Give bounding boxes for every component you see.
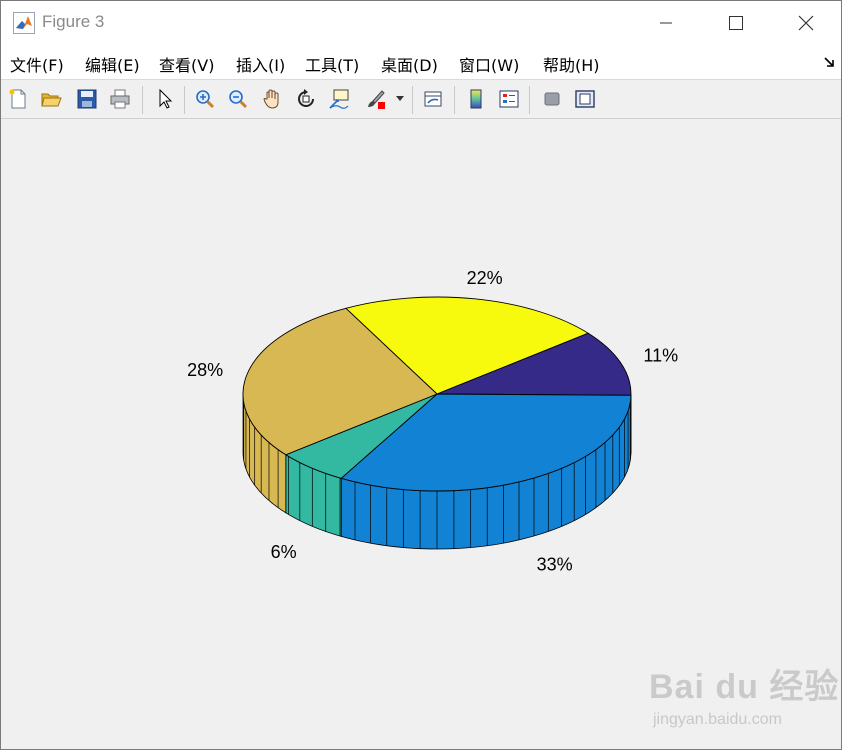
close-button[interactable]: [777, 1, 835, 45]
brush-icon: [368, 90, 385, 109]
minimize-button[interactable]: [637, 1, 695, 45]
close-icon: [798, 15, 814, 31]
link-plot-button[interactable]: [420, 86, 446, 112]
menu-window[interactable]: 窗口(W): [459, 52, 519, 76]
insert-legend-button[interactable]: [496, 86, 522, 112]
pie-label-1: 11%: [643, 345, 678, 365]
figure-canvas[interactable]: 22% 11% 33% 6% 28%: [1, 119, 841, 749]
maximize-icon: [729, 16, 743, 30]
hand-icon: [263, 89, 279, 109]
printer-icon: [110, 89, 130, 109]
brush-dropdown[interactable]: [393, 86, 407, 112]
toolbar-separator: [142, 86, 143, 114]
legend-icon: [499, 90, 519, 108]
link-plot-icon: [424, 91, 442, 107]
toolbar-separator: [184, 86, 185, 114]
menu-bar: 文件(F) 编辑(E) 查看(V) 插入(I) 工具(T) 桌面(D) 窗口(W…: [1, 45, 841, 80]
menu-desktop[interactable]: 桌面(D): [381, 52, 438, 76]
hide-plot-tools-button[interactable]: [539, 86, 565, 112]
window-title: Figure 3: [42, 12, 105, 31]
save-button[interactable]: [74, 86, 100, 112]
print-button[interactable]: [107, 86, 133, 112]
zoom-out-button[interactable]: [225, 86, 251, 112]
menu-file[interactable]: 文件(F): [10, 52, 64, 76]
chevron-down-icon: [396, 96, 404, 101]
insert-colorbar-button[interactable]: [463, 86, 489, 112]
baidu-jingyan-watermark-logo: Bai du 经验: [649, 668, 840, 706]
data-cursor-button[interactable]: [326, 86, 352, 112]
toolbar-separator: [454, 86, 455, 114]
pie-label-2: 33%: [537, 555, 573, 575]
arrow-pointer-icon: [159, 88, 173, 109]
pie-chart: 22% 11% 33% 6% 28%: [187, 268, 678, 575]
menu-help[interactable]: 帮助(H): [543, 52, 600, 76]
pan-button[interactable]: [259, 86, 285, 112]
rotate-icon: [298, 89, 314, 107]
dock-arrow-icon[interactable]: [823, 56, 835, 68]
matlab-icon: [13, 12, 35, 34]
colorbar-icon: [470, 89, 482, 109]
hide-plot-tools-icon: [544, 92, 560, 106]
edit-plot-button[interactable]: [152, 86, 178, 112]
show-plot-tools-button[interactable]: [572, 86, 598, 112]
open-file-button[interactable]: [38, 86, 64, 112]
folder-open-icon: [41, 93, 62, 107]
brush-button[interactable]: [363, 86, 389, 112]
title-bar[interactable]: Figure 3: [1, 1, 841, 45]
maximize-button[interactable]: [707, 1, 765, 45]
data-tip-icon: [329, 89, 349, 109]
toolbar-separator: [529, 86, 530, 114]
new-figure-button[interactable]: [5, 86, 31, 112]
minimize-icon: [660, 22, 672, 24]
zoom-out-icon: [229, 90, 248, 109]
menu-view[interactable]: 查看(V): [159, 52, 214, 76]
new-file-icon: [9, 89, 26, 109]
figure-toolbar: [1, 80, 841, 119]
pie-label-0: 22%: [467, 268, 503, 288]
pie-label-4: 28%: [187, 360, 223, 380]
figure-window: Figure 3 文件(F) 编辑(E) 查看(V) 插入(I) 工具(T) 桌…: [0, 0, 842, 750]
show-plot-tools-icon: [575, 90, 595, 108]
save-icon: [77, 89, 97, 109]
zoom-in-icon: [196, 90, 215, 109]
baidu-jingyan-watermark-url: jingyan.baidu.com: [653, 711, 782, 728]
zoom-in-button[interactable]: [192, 86, 218, 112]
menu-tools[interactable]: 工具(T): [305, 52, 359, 76]
menu-edit[interactable]: 编辑(E): [85, 52, 140, 76]
menu-insert[interactable]: 插入(I): [236, 52, 285, 76]
toolbar-separator: [412, 86, 413, 114]
rotate-3d-button[interactable]: [293, 86, 319, 112]
pie-label-3: 6%: [271, 542, 297, 562]
